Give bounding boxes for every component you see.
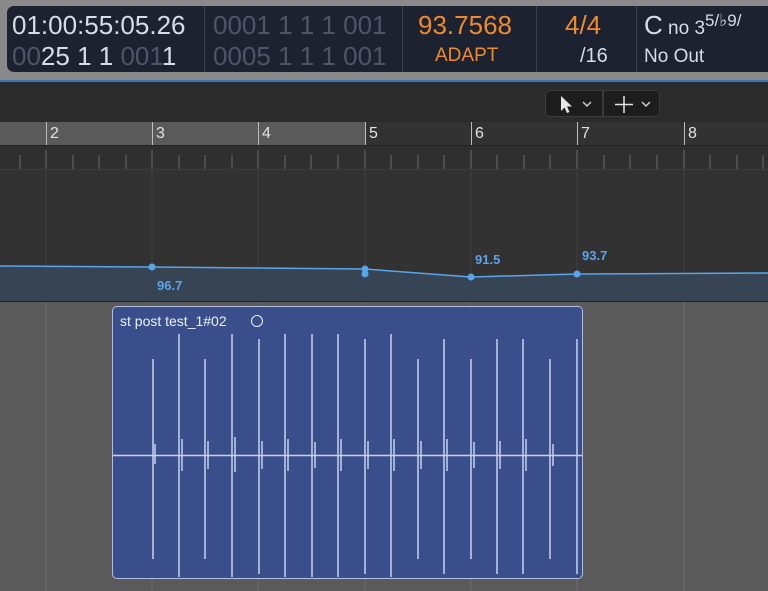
smpte-section[interactable]: 01:00:55:05.26 0025 1 1 0011 (7, 6, 205, 72)
bars-beats-section[interactable]: 0001 1 1 1 001 0005 1 1 1 001 (205, 6, 403, 72)
bar-tick (152, 122, 153, 145)
signature-section[interactable]: 4/4 /16 (537, 6, 637, 72)
tempo-section[interactable]: 93.7568 ADAPT (403, 6, 537, 72)
time-signature: 4/4 (565, 10, 602, 40)
bar-tick (258, 122, 259, 145)
right-click-tool-menu[interactable] (603, 90, 660, 117)
bar-number: 6 (475, 125, 484, 142)
position-display: 0001 1 1 1 001 (213, 10, 387, 40)
tempo-node[interactable] (573, 270, 581, 278)
bar-number: 2 (50, 125, 59, 142)
smpte-subframes: 0025 1 1 0011 (12, 41, 177, 71)
beat-ticks (19, 150, 764, 169)
tracks-toolbar (0, 82, 768, 122)
bar-tick (365, 122, 366, 145)
bar-number: 3 (156, 125, 165, 142)
key-section[interactable]: C no 35/♭9/ No Out (637, 6, 768, 72)
region-name: st post test_1#02 (120, 313, 227, 329)
tempo-node[interactable] (361, 270, 369, 278)
left-click-tool-menu[interactable] (545, 90, 603, 117)
bar-number: 5 (369, 125, 378, 142)
end-display: 0005 1 1 1 001 (213, 41, 387, 71)
midi-out: No Out (644, 46, 705, 67)
tempo-mode: ADAPT (435, 45, 499, 66)
tempo-track[interactable]: 96.7 91.5 93.7 (0, 170, 768, 301)
loop-icon[interactable] (251, 315, 263, 327)
bar-number: 4 (262, 125, 271, 142)
tempo-label: 96.7 (157, 278, 183, 293)
tempo-node[interactable] (148, 263, 156, 271)
bar-ruler[interactable]: 2 3 4 5 6 7 8 (0, 122, 768, 146)
bar-tick (577, 122, 578, 145)
audio-region[interactable]: st post test_1#02 (112, 306, 583, 579)
lcd-display[interactable]: 01:00:55:05.26 0025 1 1 0011 0001 1 1 1 … (7, 6, 768, 72)
lcd-frame: 01:00:55:05.26 0025 1 1 0011 0001 1 1 1 … (0, 0, 768, 82)
tempo-node[interactable] (467, 273, 475, 281)
beat-strip (0, 146, 768, 170)
tempo-value: 93.7568 (418, 10, 512, 40)
chord-display: C no 35/♭9/ (644, 10, 742, 40)
tempo-label: 91.5 (475, 252, 501, 267)
tempo-label: 93.7 (582, 248, 608, 263)
bar-number: 7 (581, 125, 590, 142)
bar-tick (684, 122, 685, 145)
bar-tick (471, 122, 472, 145)
audio-track-lane[interactable]: st post test_1#02 (0, 301, 768, 591)
bar-number: 8 (688, 125, 697, 142)
pointer-icon (561, 96, 592, 113)
tempo-curve[interactable] (0, 170, 768, 301)
waveform (113, 334, 582, 577)
bar-tick (46, 122, 47, 145)
division: /16 (580, 45, 608, 67)
smpte-time: 01:00:55:05.26 (12, 10, 186, 40)
crosshair-icon (615, 96, 651, 113)
